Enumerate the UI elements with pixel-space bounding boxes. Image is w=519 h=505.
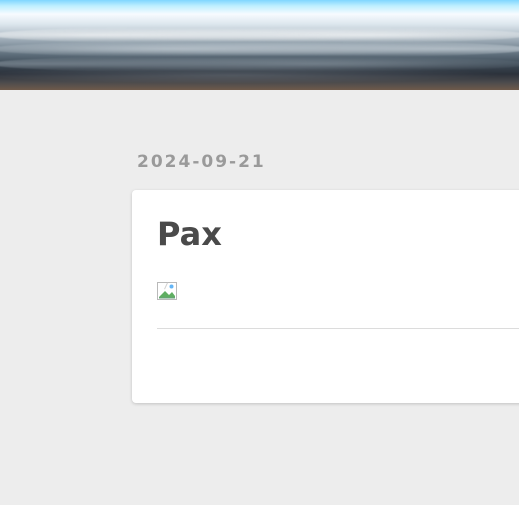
page: 2024-09-21 Pax (0, 0, 519, 505)
post-card: Pax (132, 190, 519, 403)
header-banner-image (0, 0, 519, 90)
content-divider (157, 328, 519, 329)
post-title[interactable]: Pax (157, 216, 222, 252)
broken-image-icon (157, 282, 177, 300)
post-date: 2024-09-21 (137, 152, 266, 172)
